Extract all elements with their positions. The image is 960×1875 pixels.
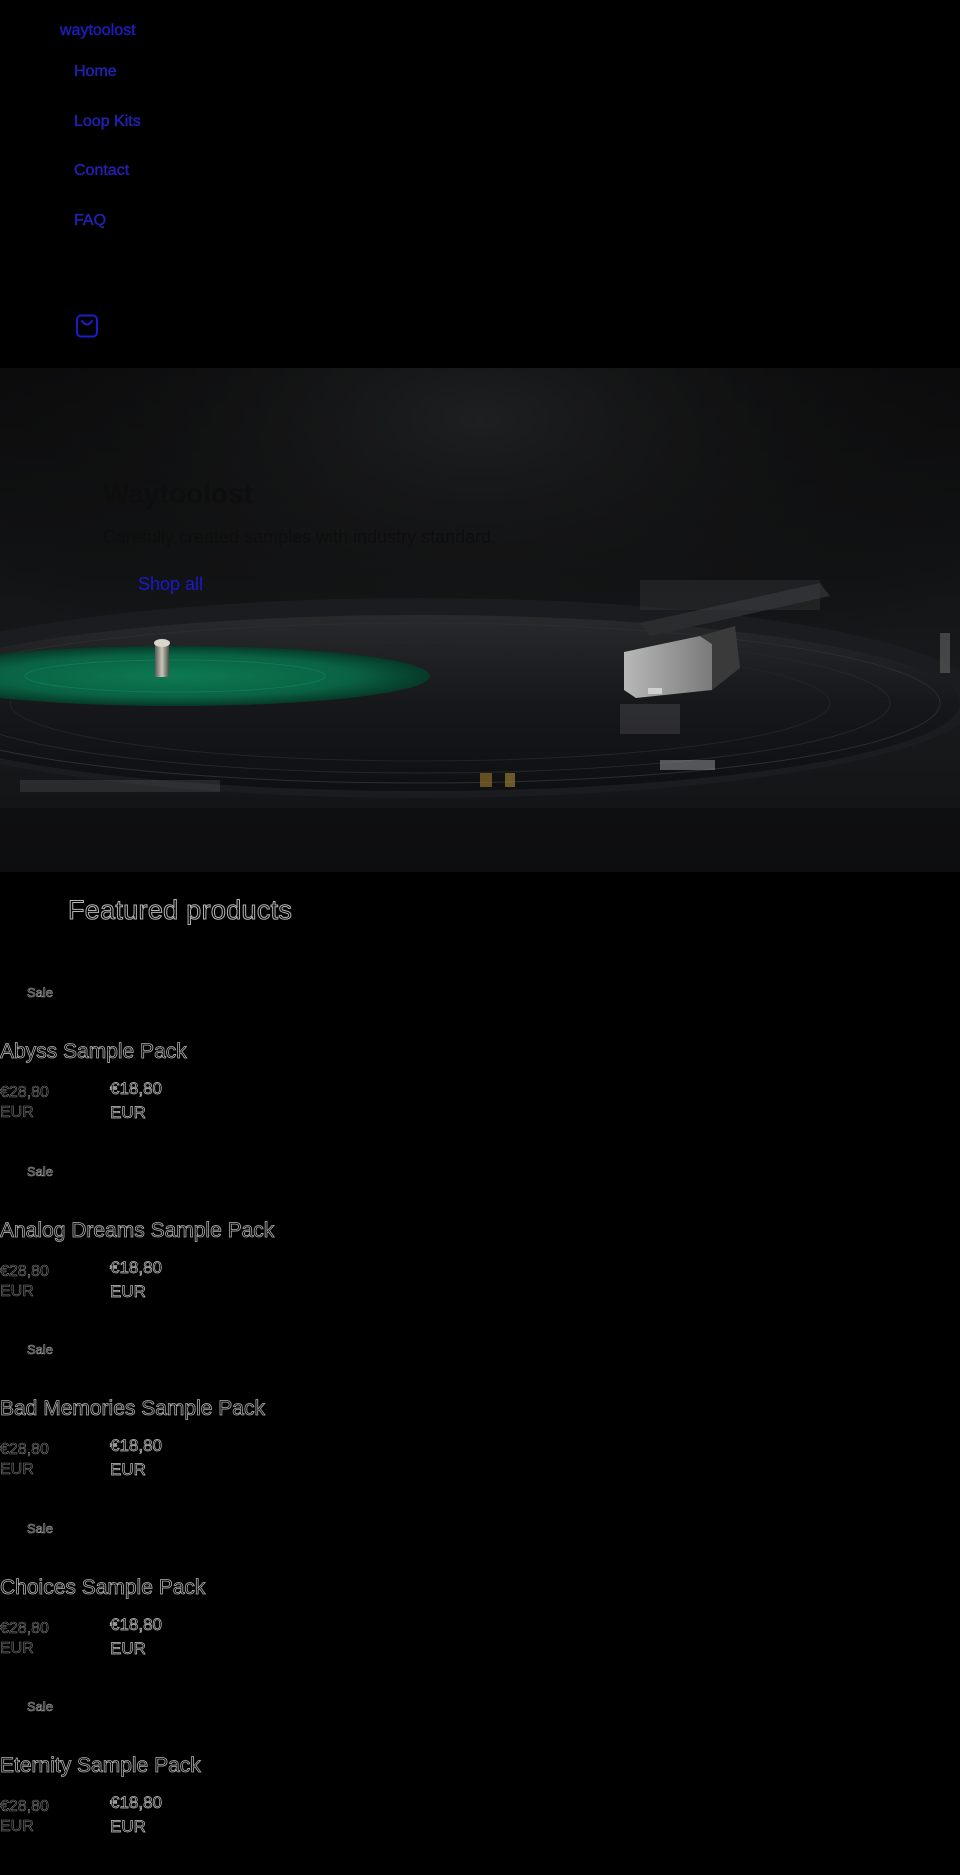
regular-price-currency: EUR xyxy=(0,1461,34,1479)
sale-price-amount: €18,80 xyxy=(110,1257,163,1277)
nav-item-contact: Contact xyxy=(74,161,141,211)
product-title[interactable]: Eternity Sample Pack xyxy=(0,1754,201,1778)
regular-price-currency: EUR xyxy=(0,1639,34,1657)
regular-price-currency: EUR xyxy=(0,1818,34,1836)
nav-link-loop-kits[interactable]: Loop Kits xyxy=(74,112,141,129)
sale-price-currency: EUR xyxy=(110,1460,147,1480)
product-title[interactable]: Abyss Sample Pack xyxy=(0,1040,187,1064)
sale-price-currency: EUR xyxy=(110,1103,147,1123)
nav-item-home: Home xyxy=(74,62,141,112)
site-header: waytoolost Home Loop Kits Contact FAQ xyxy=(0,0,960,368)
product-card[interactable]: Sale Choices Sample Pack €28,80 EUR €18,… xyxy=(0,1501,960,1680)
regular-price-currency: EUR xyxy=(0,1104,34,1122)
sale-badge: Sale xyxy=(27,1342,54,1358)
regular-price: €28,80 EUR xyxy=(0,1797,49,1837)
nav-link-faq[interactable]: FAQ xyxy=(74,211,106,228)
regular-price-amount: €28,80 xyxy=(0,1084,49,1102)
nav-item-faq: FAQ xyxy=(74,211,141,261)
shop-all-button[interactable]: Shop all xyxy=(138,574,203,595)
site-logo-link[interactable]: waytoolost xyxy=(60,22,136,40)
sale-badge: Sale xyxy=(27,985,54,1001)
sale-price-amount: €18,80 xyxy=(110,1793,163,1813)
sale-price-currency: EUR xyxy=(110,1281,147,1301)
product-card[interactable]: Sale Eternity Sample Pack €28,80 EUR €18… xyxy=(0,1679,960,1858)
sale-price-amount: €18,80 xyxy=(110,1614,163,1634)
product-title[interactable]: Analog Dreams Sample Pack xyxy=(0,1218,275,1243)
product-card[interactable]: Sale Abyss Sample Pack €28,80 EUR €18,80… xyxy=(0,965,960,1144)
nav-list: Home Loop Kits Contact FAQ xyxy=(74,62,141,260)
hero-banner: Waytoolost Carefully created samples wit… xyxy=(0,368,960,872)
sale-price: €18,80 EUR xyxy=(110,1077,163,1125)
sale-price: €18,80 EUR xyxy=(110,1613,163,1661)
product-title[interactable]: Bad Memories Sample Pack xyxy=(0,1397,265,1421)
sale-badge: Sale xyxy=(27,1163,54,1179)
nav-link-contact[interactable]: Contact xyxy=(74,162,129,179)
product-title[interactable]: Choices Sample Pack xyxy=(0,1575,206,1600)
regular-price-amount: €28,80 xyxy=(0,1798,49,1816)
regular-price: €28,80 EUR xyxy=(0,1262,49,1302)
sale-price-amount: €18,80 xyxy=(110,1079,163,1099)
regular-price-amount: €28,80 xyxy=(0,1619,49,1637)
regular-price: €28,80 EUR xyxy=(0,1083,49,1123)
cart-bag-icon xyxy=(76,314,98,338)
hero-title: Waytoolost xyxy=(103,478,253,509)
sale-price-amount: €18,80 xyxy=(110,1436,163,1456)
regular-price-currency: EUR xyxy=(0,1282,34,1300)
nav-item-loop-kits: Loop Kits xyxy=(74,112,141,162)
turntable-image xyxy=(0,368,960,872)
featured-products-heading: Featured products xyxy=(67,895,293,926)
nav-link-home[interactable]: Home xyxy=(74,63,117,80)
hero-subtitle: Carefully created samples with industry … xyxy=(103,527,497,547)
sale-price: €18,80 EUR xyxy=(110,1791,163,1839)
product-card[interactable]: Sale Analog Dreams Sample Pack €28,80 EU… xyxy=(0,1144,960,1323)
sale-price-currency: EUR xyxy=(110,1638,147,1658)
sale-badge: Sale xyxy=(27,1520,54,1536)
cart-link[interactable] xyxy=(74,313,100,339)
regular-price: €28,80 EUR xyxy=(0,1619,49,1659)
sale-price-currency: EUR xyxy=(110,1817,147,1837)
sale-price: €18,80 EUR xyxy=(110,1434,163,1482)
product-card[interactable]: Sale Bad Memories Sample Pack €28,80 EUR… xyxy=(0,1322,960,1501)
regular-price-amount: €28,80 xyxy=(0,1441,49,1459)
sale-badge: Sale xyxy=(27,1699,54,1715)
product-list: Sale Abyss Sample Pack €28,80 EUR €18,80… xyxy=(0,965,960,1858)
sale-price: €18,80 EUR xyxy=(110,1256,163,1304)
regular-price: €28,80 EUR xyxy=(0,1440,49,1480)
regular-price-amount: €28,80 xyxy=(0,1262,49,1280)
